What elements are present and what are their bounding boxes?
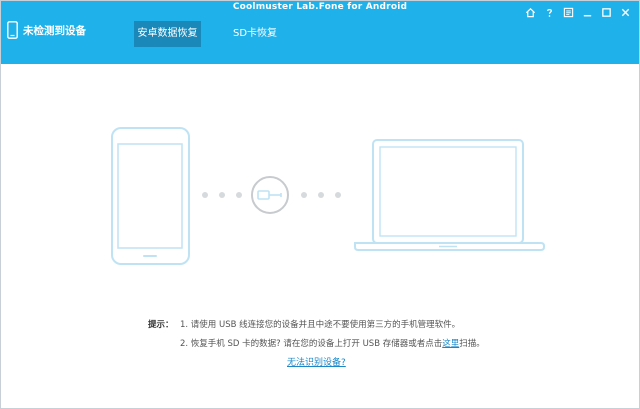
connection-dots-right [301, 192, 341, 198]
tip-line-2-prefix: 2. 恢复手机 SD 卡的数据? 请在您的设备上打开 USB 存储器或者点击 [180, 339, 443, 349]
window-controls [524, 6, 631, 18]
app-window: Coolmuster Lab.Fone for Android 未检测到设备 安… [0, 0, 640, 409]
tip-line-2: 2. 恢复手机 SD 卡的数据? 请在您的设备上打开 USB 存储器或者点击这里… [180, 335, 485, 354]
phone-icon [7, 21, 18, 39]
phone-illustration [111, 127, 190, 265]
device-status: 未检测到设备 [7, 19, 86, 41]
feedback-icon[interactable] [562, 6, 574, 18]
connection-illustration [111, 127, 545, 265]
connection-dots-left [202, 192, 242, 198]
title-bar: Coolmuster Lab.Fone for Android 未检测到设备 安… [1, 1, 639, 64]
cannot-recognize-device-link[interactable]: 无法识别设备? [287, 355, 346, 368]
laptop-illustration [354, 139, 545, 251]
help-icon[interactable] [543, 6, 555, 18]
maximize-icon[interactable] [600, 6, 612, 18]
tips-label: 提示： [148, 320, 174, 330]
tab-sd-card-recovery[interactable]: SD卡恢复 [223, 21, 287, 47]
tip-line-2-suffix: 扫描。 [459, 339, 485, 349]
tip-line-1: 1. 请使用 USB 线连接您的设备并且中途不要使用第三方的手机管理软件。 [180, 320, 461, 330]
device-status-label: 未检测到设备 [23, 24, 86, 37]
close-icon[interactable] [619, 6, 631, 18]
home-icon[interactable] [524, 6, 536, 18]
usb-cable-icon [251, 176, 289, 214]
minimize-icon[interactable] [581, 6, 593, 18]
here-link[interactable]: 这里 [442, 339, 459, 349]
tab-android-recovery[interactable]: 安卓数据恢复 [134, 21, 201, 47]
